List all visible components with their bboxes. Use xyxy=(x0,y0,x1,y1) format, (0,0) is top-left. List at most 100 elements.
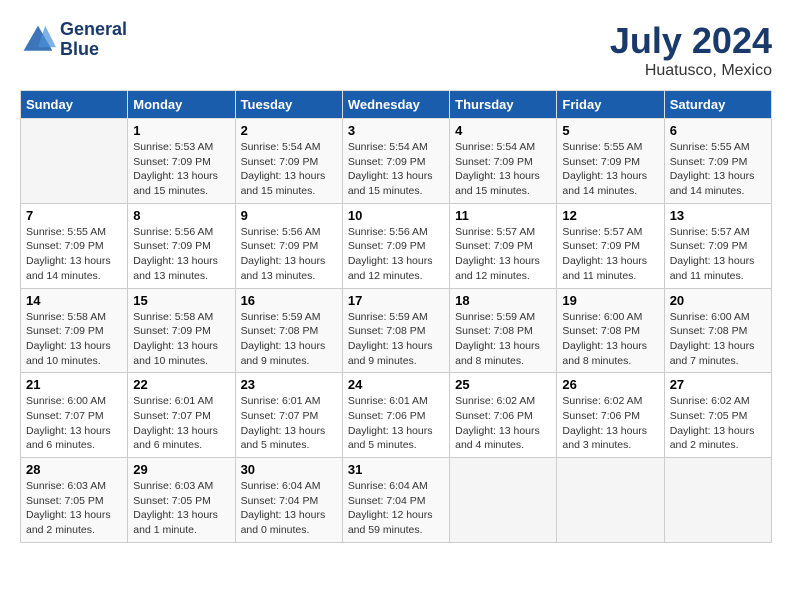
calendar-cell: 16 Sunrise: 5:59 AM Sunset: 7:08 PM Dayli… xyxy=(235,288,342,373)
day-info: Sunrise: 5:55 AM Sunset: 7:09 PM Dayligh… xyxy=(562,140,658,199)
day-number: 3 xyxy=(348,123,444,138)
day-info: Sunrise: 5:54 AM Sunset: 7:09 PM Dayligh… xyxy=(241,140,337,199)
calendar-cell: 31 Sunrise: 6:04 AM Sunset: 7:04 PM Dayli… xyxy=(342,458,449,543)
calendar-cell: 3 Sunrise: 5:54 AM Sunset: 7:09 PM Daylig… xyxy=(342,119,449,204)
day-info: Sunrise: 5:58 AM Sunset: 7:09 PM Dayligh… xyxy=(26,310,122,369)
calendar-cell: 14Sunrise: 5:58 AM Sunset: 7:09 PM Dayli… xyxy=(21,288,128,373)
calendar-cell: 25 Sunrise: 6:02 AM Sunset: 7:06 PM Dayli… xyxy=(450,373,557,458)
column-header-monday: Monday xyxy=(128,91,235,119)
calendar-cell: 29 Sunrise: 6:03 AM Sunset: 7:05 PM Dayli… xyxy=(128,458,235,543)
column-header-friday: Friday xyxy=(557,91,664,119)
day-number: 10 xyxy=(348,208,444,223)
day-number: 19 xyxy=(562,293,658,308)
day-info: Sunrise: 6:01 AM Sunset: 7:07 PM Dayligh… xyxy=(133,394,229,453)
day-info: Sunrise: 5:55 AM Sunset: 7:09 PM Dayligh… xyxy=(26,225,122,284)
day-info: Sunrise: 5:56 AM Sunset: 7:09 PM Dayligh… xyxy=(133,225,229,284)
day-info: Sunrise: 6:00 AM Sunset: 7:08 PM Dayligh… xyxy=(670,310,766,369)
calendar-cell: 7 Sunrise: 5:55 AM Sunset: 7:09 PM Daylig… xyxy=(21,203,128,288)
day-info: Sunrise: 6:03 AM Sunset: 7:05 PM Dayligh… xyxy=(26,479,122,538)
calendar-cell: 1 Sunrise: 5:53 AM Sunset: 7:09 PM Daylig… xyxy=(128,119,235,204)
day-info: Sunrise: 6:01 AM Sunset: 7:07 PM Dayligh… xyxy=(241,394,337,453)
day-number: 12 xyxy=(562,208,658,223)
day-number: 9 xyxy=(241,208,337,223)
day-number: 22 xyxy=(133,377,229,392)
day-info: Sunrise: 6:04 AM Sunset: 7:04 PM Dayligh… xyxy=(348,479,444,538)
day-number: 1 xyxy=(133,123,229,138)
column-header-sunday: Sunday xyxy=(21,91,128,119)
day-info: Sunrise: 5:56 AM Sunset: 7:09 PM Dayligh… xyxy=(241,225,337,284)
day-info: Sunrise: 5:56 AM Sunset: 7:09 PM Dayligh… xyxy=(348,225,444,284)
calendar-cell: 19 Sunrise: 6:00 AM Sunset: 7:08 PM Dayli… xyxy=(557,288,664,373)
day-number: 24 xyxy=(348,377,444,392)
calendar-cell: 17Sunrise: 5:59 AM Sunset: 7:08 PM Dayli… xyxy=(342,288,449,373)
calendar-cell xyxy=(664,458,771,543)
calendar-cell: 4 Sunrise: 5:54 AM Sunset: 7:09 PM Daylig… xyxy=(450,119,557,204)
day-number: 7 xyxy=(26,208,122,223)
title-block: July 2024 Huatusco, Mexico xyxy=(610,20,772,80)
day-number: 2 xyxy=(241,123,337,138)
day-number: 17 xyxy=(348,293,444,308)
logo-text: General Blue xyxy=(60,20,127,60)
calendar-cell: 26 Sunrise: 6:02 AM Sunset: 7:06 PM Dayli… xyxy=(557,373,664,458)
day-number: 31 xyxy=(348,462,444,477)
day-number: 29 xyxy=(133,462,229,477)
calendar-cell: 13 Sunrise: 5:57 AM Sunset: 7:09 PM Dayli… xyxy=(664,203,771,288)
calendar-cell: 18 Sunrise: 5:59 AM Sunset: 7:08 PM Dayli… xyxy=(450,288,557,373)
day-info: Sunrise: 6:00 AM Sunset: 7:08 PM Dayligh… xyxy=(562,310,658,369)
day-info: Sunrise: 5:54 AM Sunset: 7:09 PM Dayligh… xyxy=(348,140,444,199)
calendar-header-row: SundayMondayTuesdayWednesdayThursdayFrid… xyxy=(21,91,772,119)
calendar-cell: 15 Sunrise: 5:58 AM Sunset: 7:09 PM Dayli… xyxy=(128,288,235,373)
day-number: 20 xyxy=(670,293,766,308)
location-title: Huatusco, Mexico xyxy=(610,62,772,80)
day-info: Sunrise: 5:57 AM Sunset: 7:09 PM Dayligh… xyxy=(670,225,766,284)
day-info: Sunrise: 6:03 AM Sunset: 7:05 PM Dayligh… xyxy=(133,479,229,538)
day-info: Sunrise: 6:01 AM Sunset: 7:06 PM Dayligh… xyxy=(348,394,444,453)
calendar-table: SundayMondayTuesdayWednesdayThursdayFrid… xyxy=(20,90,772,543)
day-number: 27 xyxy=(670,377,766,392)
day-info: Sunrise: 5:54 AM Sunset: 7:09 PM Dayligh… xyxy=(455,140,551,199)
day-number: 6 xyxy=(670,123,766,138)
calendar-cell: 6 Sunrise: 5:55 AM Sunset: 7:09 PM Daylig… xyxy=(664,119,771,204)
calendar-cell: 23Sunrise: 6:01 AM Sunset: 7:07 PM Dayli… xyxy=(235,373,342,458)
day-info: Sunrise: 6:02 AM Sunset: 7:06 PM Dayligh… xyxy=(562,394,658,453)
day-number: 18 xyxy=(455,293,551,308)
day-info: Sunrise: 6:02 AM Sunset: 7:05 PM Dayligh… xyxy=(670,394,766,453)
day-info: Sunrise: 5:59 AM Sunset: 7:08 PM Dayligh… xyxy=(455,310,551,369)
calendar-cell xyxy=(450,458,557,543)
day-number: 21 xyxy=(26,377,122,392)
day-number: 8 xyxy=(133,208,229,223)
day-info: Sunrise: 5:59 AM Sunset: 7:08 PM Dayligh… xyxy=(241,310,337,369)
column-header-wednesday: Wednesday xyxy=(342,91,449,119)
day-info: Sunrise: 6:04 AM Sunset: 7:04 PM Dayligh… xyxy=(241,479,337,538)
calendar-cell: 11 Sunrise: 5:57 AM Sunset: 7:09 PM Dayli… xyxy=(450,203,557,288)
day-info: Sunrise: 5:53 AM Sunset: 7:09 PM Dayligh… xyxy=(133,140,229,199)
calendar-cell: 27 Sunrise: 6:02 AM Sunset: 7:05 PM Dayli… xyxy=(664,373,771,458)
calendar-cell: 30 Sunrise: 6:04 AM Sunset: 7:04 PM Dayli… xyxy=(235,458,342,543)
calendar-week-row: 28Sunrise: 6:03 AM Sunset: 7:05 PM Dayli… xyxy=(21,458,772,543)
day-number: 11 xyxy=(455,208,551,223)
calendar-cell: 20 Sunrise: 6:00 AM Sunset: 7:08 PM Dayli… xyxy=(664,288,771,373)
calendar-cell: 5 Sunrise: 5:55 AM Sunset: 7:09 PM Daylig… xyxy=(557,119,664,204)
day-number: 26 xyxy=(562,377,658,392)
calendar-cell: 28Sunrise: 6:03 AM Sunset: 7:05 PM Dayli… xyxy=(21,458,128,543)
day-info: Sunrise: 5:55 AM Sunset: 7:09 PM Dayligh… xyxy=(670,140,766,199)
calendar-week-row: 21Sunrise: 6:00 AM Sunset: 7:07 PM Dayli… xyxy=(21,373,772,458)
day-number: 4 xyxy=(455,123,551,138)
day-number: 16 xyxy=(241,293,337,308)
logo: General Blue xyxy=(20,20,127,60)
day-info: Sunrise: 5:57 AM Sunset: 7:09 PM Dayligh… xyxy=(455,225,551,284)
calendar-week-row: 14Sunrise: 5:58 AM Sunset: 7:09 PM Dayli… xyxy=(21,288,772,373)
calendar-cell: 8 Sunrise: 5:56 AM Sunset: 7:09 PM Daylig… xyxy=(128,203,235,288)
page-header: General Blue July 2024 Huatusco, Mexico xyxy=(20,20,772,80)
day-info: Sunrise: 5:58 AM Sunset: 7:09 PM Dayligh… xyxy=(133,310,229,369)
calendar-cell: 22 Sunrise: 6:01 AM Sunset: 7:07 PM Dayli… xyxy=(128,373,235,458)
day-info: Sunrise: 6:02 AM Sunset: 7:06 PM Dayligh… xyxy=(455,394,551,453)
day-number: 15 xyxy=(133,293,229,308)
day-number: 13 xyxy=(670,208,766,223)
day-number: 5 xyxy=(562,123,658,138)
calendar-cell: 2 Sunrise: 5:54 AM Sunset: 7:09 PM Daylig… xyxy=(235,119,342,204)
day-number: 30 xyxy=(241,462,337,477)
logo-icon xyxy=(20,22,56,58)
day-number: 25 xyxy=(455,377,551,392)
calendar-week-row: 7 Sunrise: 5:55 AM Sunset: 7:09 PM Daylig… xyxy=(21,203,772,288)
